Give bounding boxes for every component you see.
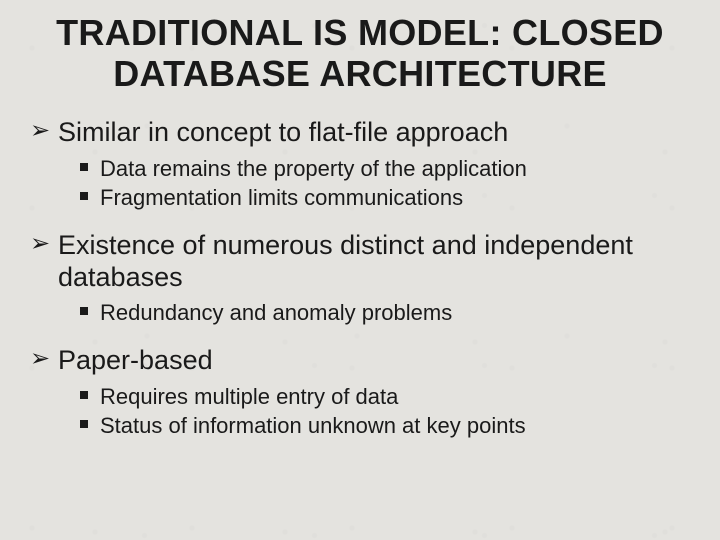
list-item: Paper-based Requires multiple entry of d… bbox=[30, 345, 692, 440]
sub-bullet-text: Status of information unknown at key poi… bbox=[100, 413, 526, 438]
slide-title: TRADITIONAL IS MODEL: CLOSED DATABASE AR… bbox=[28, 12, 692, 95]
list-item: Redundancy and anomaly problems bbox=[80, 299, 692, 327]
sub-list: Requires multiple entry of data Status o… bbox=[58, 383, 692, 440]
sub-bullet-text: Redundancy and anomaly problems bbox=[100, 300, 452, 325]
list-item: Similar in concept to flat-file approach… bbox=[30, 117, 692, 212]
sub-list: Redundancy and anomaly problems bbox=[58, 299, 692, 327]
list-item: Requires multiple entry of data bbox=[80, 383, 692, 411]
sub-bullet-text: Fragmentation limits communications bbox=[100, 185, 463, 210]
slide: TRADITIONAL IS MODEL: CLOSED DATABASE AR… bbox=[0, 0, 720, 540]
list-item: Fragmentation limits communications bbox=[80, 184, 692, 212]
list-item: Existence of numerous distinct and indep… bbox=[30, 230, 692, 327]
bullet-text: Similar in concept to flat-file approach bbox=[58, 117, 508, 147]
sub-bullet-text: Data remains the property of the applica… bbox=[100, 156, 527, 181]
bullet-text: Existence of numerous distinct and indep… bbox=[58, 230, 633, 292]
sub-bullet-text: Requires multiple entry of data bbox=[100, 384, 398, 409]
sub-list: Data remains the property of the applica… bbox=[58, 155, 692, 212]
bullet-text: Paper-based bbox=[58, 345, 213, 375]
list-item: Data remains the property of the applica… bbox=[80, 155, 692, 183]
bullet-list: Similar in concept to flat-file approach… bbox=[28, 117, 692, 440]
list-item: Status of information unknown at key poi… bbox=[80, 412, 692, 440]
